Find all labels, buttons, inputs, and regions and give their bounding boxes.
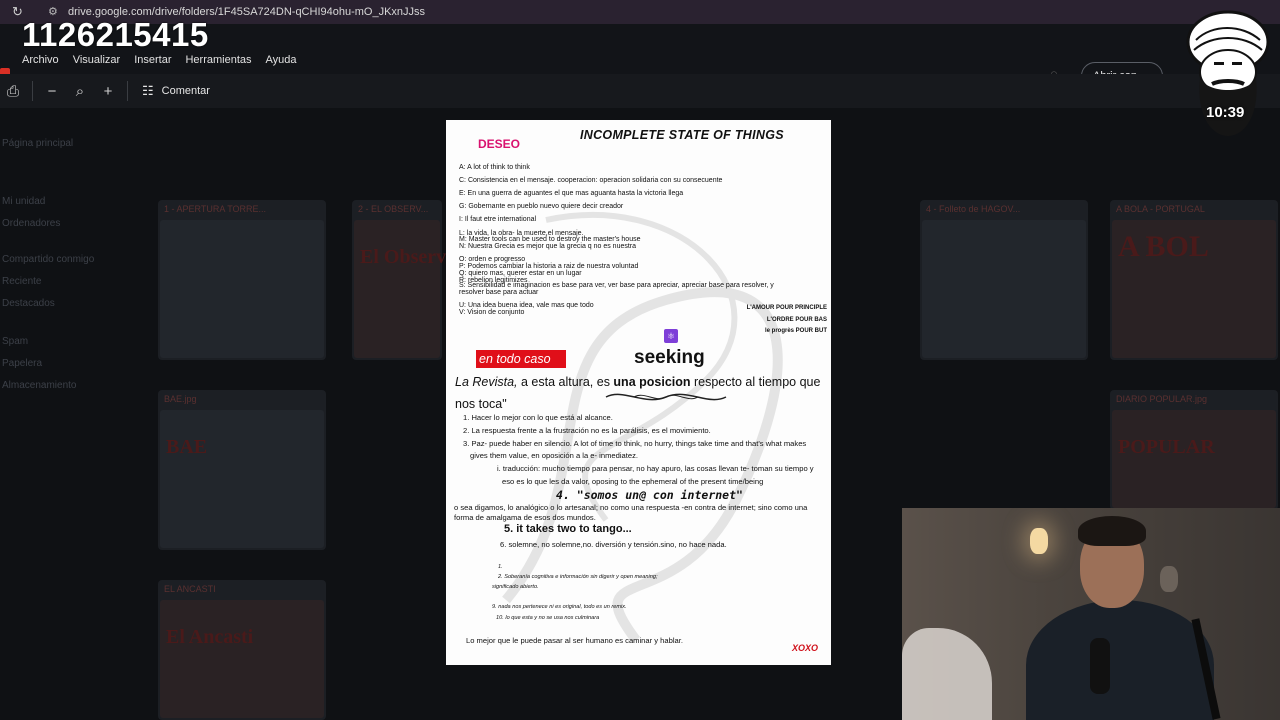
doc-list-line: I: Il faut etre international [459,216,537,223]
file-thumbnail[interactable]: BAE.jpg BAE [158,390,326,550]
microphone [1090,638,1110,694]
file-name: 2 - EL OBSERV... [358,204,429,214]
doc-list-line: C: Consistencia en el mensaje. cooperaci… [459,177,723,184]
zoom-out-icon[interactable]: − [41,83,63,100]
motto-line: L'ORDRE POUR BAS [766,317,827,323]
file-preview [922,220,1086,358]
doc-item: o sea digamos, lo analógico o lo artesan… [454,503,808,512]
menu-bar: Archivo Visualizar Insertar Herramientas… [22,54,311,66]
comment-button[interactable]: ☷ Comentar [142,83,210,99]
doc-small-line: 9. nada nos pertenece ni es original, to… [492,604,627,610]
stream-timer: 10:39 [1206,104,1245,121]
file-preview [160,220,324,358]
menu-archivo[interactable]: Archivo [22,54,59,66]
file-preview-text: El Ancasti [166,626,254,648]
somos-heading: 4. "somos un@ con internet" [556,488,743,502]
doc-list-line: A: A lot of think to think [459,164,530,171]
file-name: BAE.jpg [164,394,197,404]
file-thumbnail[interactable]: 4 - Folleto de HAGOV... [920,200,1088,360]
stream-overlay-number: 1126215415 [22,16,209,53]
webcam-feed [902,508,1280,720]
file-name: A BOLA - PORTUGAL [1116,204,1205,214]
sidebar-item-computers[interactable]: Ordenadores [2,218,60,229]
motto-line: le progrès POUR BUT [764,328,827,334]
file-name: 1 - APERTURA TORRE... [164,204,267,214]
doc-item: 6. solemne, no solemne,no. diversión y t… [500,540,727,549]
sidebar-item-home[interactable]: Página principal [2,138,73,149]
file-preview [1112,410,1276,508]
menu-insertar[interactable]: Insertar [134,54,171,66]
file-preview-text: A BOL [1118,230,1209,263]
file-preview [160,410,324,548]
doc-small-line: 1. [498,564,503,570]
sidebar-item-my-drive[interactable]: Mi unidad [2,196,45,207]
doc-list-line: resolver base para actuar [459,289,539,296]
doc-small-line: 2. Soberanía cognitiva e información sin… [498,574,658,580]
file-name: DIARIO POPULAR.jpg [1116,394,1208,404]
wall-mask-decoration [1160,566,1178,592]
toolbar-divider [127,81,128,101]
viewer-toolbar: ⎙ − ⌕ + ☷ Comentar [0,74,1280,108]
file-thumbnail[interactable]: EL ANCASTI El Ancasti [158,580,326,720]
sidebar-item-starred[interactable]: Destacados [2,298,55,309]
toolbar-divider [32,81,33,101]
doc-item: 2. La respuesta frente a la frustración … [463,426,711,435]
file-preview [160,600,324,718]
menu-visualizar[interactable]: Visualizar [73,54,121,66]
file-preview-text: BAE [166,436,208,458]
file-preview-text: El Observ [360,246,447,268]
file-thumbnail[interactable]: DIARIO POPULAR.jpg POPULAR [1110,390,1278,510]
screen: ↻ ⚙ drive.google.com/drive/folders/1F45S… [0,0,1280,720]
sidebar-item-storage[interactable]: Almacenamiento [2,380,76,391]
print-icon[interactable]: ⎙ [2,83,24,100]
file-thumbnail[interactable]: A BOLA - PORTUGAL A BOL [1110,200,1278,360]
person-hair [1078,516,1146,546]
menu-ayuda[interactable]: Ayuda [266,54,297,66]
document-title: INCOMPLETE STATE OF THINGS [580,128,784,142]
doc-list-line: E: En una guerra de aguantes el que mas … [459,190,684,197]
menu-herramientas[interactable]: Herramientas [185,54,251,66]
zoom-icon[interactable]: ⌕ [69,83,91,100]
doc-item: eso es lo que les da valor, oposing to t… [502,477,764,486]
file-preview [354,220,440,358]
doc-small-line: 10. lo que esta y no se usa nos culminar… [496,615,600,621]
doc-item: i. traducción: mucho tiempo para pensar,… [497,464,814,473]
sidebar-item-spam[interactable]: Spam [2,336,28,347]
file-preview-text: POPULAR [1118,436,1215,458]
revista-bold: una posicion [613,375,691,389]
doc-item: 1. Hacer lo mejor con lo que está al alc… [463,413,613,422]
file-name: 4 - Folleto de HAGOV... [926,204,1021,214]
doc-small-line: significado abierto. [492,584,539,590]
atom-icon: ⚛ [664,329,678,343]
sidebar-item-recent[interactable]: Reciente [2,276,41,287]
comment-label: Comentar [161,85,210,97]
tango-heading: 5. it takes two to tango... [504,523,632,535]
doc-item: gives them value, en oposición a la e- i… [470,451,639,460]
wall-lamp [1030,528,1048,554]
doc-item: forma de amalgama de esos dos mundos. [454,513,596,522]
doc-list-line: V: Vision de conjunto [459,309,525,316]
closing-line: Lo mejor que le puede pasar al ser human… [466,636,683,645]
revista-mid: a esta altura, es [517,375,614,389]
zoom-in-icon[interactable]: + [97,83,119,100]
file-name: EL ANCASTI [164,584,216,594]
ornament-divider [605,393,727,401]
en-todo-caso-label: en todo caso [476,350,566,368]
person-body [1026,600,1214,720]
revista-italic: La Revista, [455,375,518,389]
deseo-heading: DESEO [478,137,521,151]
seeking-heading: seeking [634,347,705,368]
file-thumbnail[interactable]: 2 - EL OBSERV... El Observ [352,200,446,360]
document-preview: DESEO INCOMPLETE STATE OF THINGS A: A lo… [446,120,831,665]
motto-line: L'AMOUR POUR PRINCIPLE [746,305,827,311]
drive-sidebar: Página principal Mi unidad Ordenadores C… [0,108,150,720]
file-thumbnail[interactable]: 1 - APERTURA TORRE... [158,200,326,360]
xoxo-signature: XOXO [792,643,819,653]
sidebar-item-trash[interactable]: Papelera [2,358,42,369]
doc-list-line: N: Nuestra Grecia es mejor que la grecia… [459,243,637,250]
comment-add-icon: ☷ [142,83,154,98]
sidebar-item-shared[interactable]: Compartido conmigo [2,254,94,265]
doc-list-line: G: Gobernante en pueblo nuevo quiere dec… [459,203,624,210]
doc-item: 3. Paz- puede haber en silencio. A lot o… [463,439,807,448]
